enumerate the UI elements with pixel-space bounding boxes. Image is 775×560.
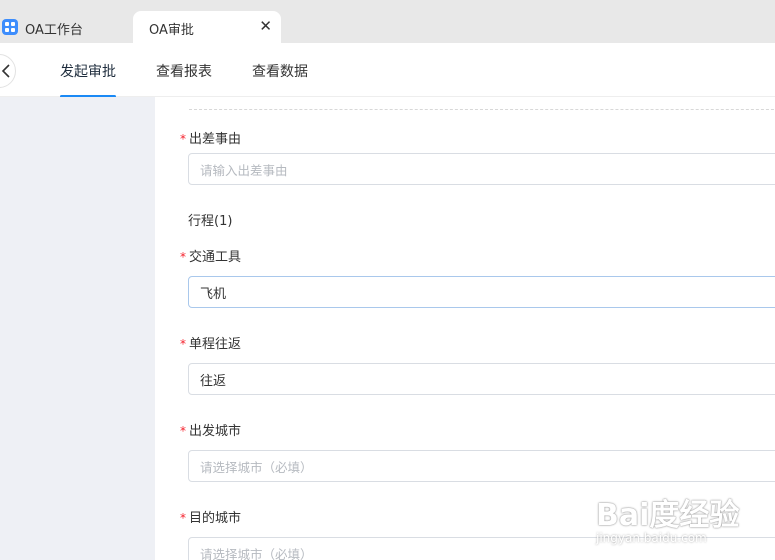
sidebar [0,97,155,560]
required-mark: * [180,337,186,351]
required-mark: * [180,132,186,146]
destination-city-label: * 目的城市 [180,511,242,526]
watermark-logo: Bai度经验 [596,498,740,533]
reason-label: * 出差事由 [180,132,242,147]
app-grid-icon [2,19,18,35]
tab-label: OA工作台 [25,23,83,38]
reason-placeholder: 请输入出差事由 [200,162,288,178]
trip-section-title: 行程(1) [188,214,233,229]
required-mark: * [180,511,186,525]
divider [189,109,775,110]
back-button[interactable] [0,54,16,88]
transport-value: 飞机 [200,286,227,302]
tab-oa-approval[interactable]: OA审批 ✕ [133,11,281,43]
chevron-left-icon [1,64,10,78]
transport-label: * 交通工具 [180,250,242,265]
nav-tab-start-approval[interactable]: 发起审批 [60,61,116,98]
round-trip-value: 往返 [200,373,227,389]
departure-city-label: * 出发城市 [180,424,242,439]
round-trip-select[interactable]: 往返 [188,363,775,395]
nav-tab-view-data[interactable]: 查看数据 [252,61,308,81]
tab-strip: OA工作台 OA审批 ✕ [0,0,775,43]
tab-oa-workbench[interactable]: OA工作台 [0,11,132,43]
reason-input[interactable]: 请输入出差事由 [188,153,775,185]
nav-bar: 发起审批 查看报表 查看数据 [0,43,775,98]
watermark-url: jingyan.baidu.com [596,531,707,545]
close-icon[interactable]: ✕ [259,18,272,34]
required-mark: * [180,424,186,438]
nav-tab-view-reports[interactable]: 查看报表 [156,61,212,81]
tab-label: OA审批 [149,23,194,38]
round-trip-label: * 单程往返 [180,337,242,352]
departure-city-select[interactable]: 请选择城市（必填） [188,450,775,482]
destination-city-placeholder: 请选择城市（必填） [200,546,313,560]
transport-select[interactable]: 飞机 [188,276,775,308]
departure-city-placeholder: 请选择城市（必填） [200,459,313,475]
required-mark: * [180,250,186,264]
